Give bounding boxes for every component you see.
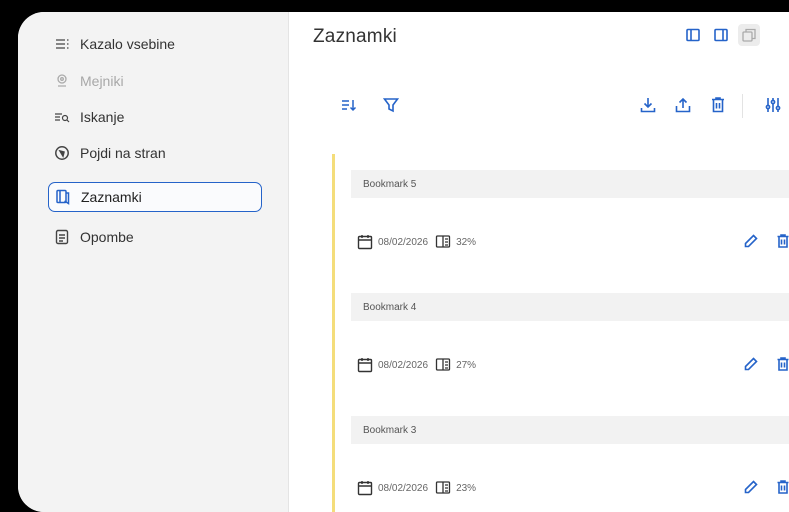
bookmark-actions <box>742 232 789 250</box>
delete-bookmark-button[interactable] <box>774 355 789 373</box>
pencil-icon <box>744 480 758 494</box>
bookmark-title[interactable]: Bookmark 4 <box>351 293 789 321</box>
bookmark-card[interactable]: Bookmark 5 08/02/2026 32% <box>332 154 789 277</box>
upload-icon <box>675 97 691 113</box>
sidebar-item-search[interactable]: Iskanje <box>48 102 262 132</box>
list-icon <box>54 36 70 52</box>
sidebar-item-notes[interactable]: Opombe <box>48 222 262 252</box>
bookmark-progress: 32% <box>456 236 477 248</box>
export-button[interactable] <box>672 94 694 116</box>
settings-button[interactable] <box>762 94 784 116</box>
float-panel-toggle[interactable] <box>738 24 760 46</box>
download-icon <box>640 98 656 113</box>
delete-bookmark-button[interactable] <box>774 478 789 496</box>
bookmark-icon <box>55 189 71 205</box>
sidebar-item-label: Iskanje <box>80 109 125 125</box>
filter-button[interactable] <box>380 94 402 116</box>
bookmark-meta: 08/02/2026 23% <box>357 480 476 496</box>
sidebar-item-contents[interactable]: Kazalo vsebine <box>48 29 262 59</box>
sidebar-item-bookmarks[interactable]: Zaznamki <box>48 182 262 212</box>
bookmark-meta: 08/02/2026 32% <box>357 234 476 250</box>
sliders-icon <box>765 98 781 112</box>
sort-button[interactable] <box>338 94 360 116</box>
bookmark-title[interactable]: Bookmark 5 <box>351 170 789 198</box>
sidebar-item-label: Mejniki <box>80 73 124 89</box>
sidebar-item-label: Zaznamki <box>81 189 142 205</box>
panel-right-icon <box>714 28 728 42</box>
trash-icon <box>777 357 789 371</box>
left-panel-toggle[interactable] <box>682 24 704 46</box>
bookmark-progress: 23% <box>456 482 477 494</box>
app-window: Kazalo vsebine Mejniki Iskanje Pojdi na … <box>18 12 789 512</box>
trash-icon <box>777 480 789 494</box>
bookmark-date: 08/02/2026 <box>378 482 429 494</box>
bookmark-card[interactable]: Bookmark 3 08/02/2026 23% <box>332 400 789 512</box>
windows-icon <box>742 28 756 42</box>
page-title: Zaznamki <box>313 26 397 47</box>
toolbar-divider <box>742 94 743 118</box>
delete-bookmark-button[interactable] <box>774 232 789 250</box>
filter-icon <box>382 98 400 113</box>
book-progress-icon <box>435 235 451 248</box>
edit-bookmark-button[interactable] <box>742 232 760 250</box>
sidebar-item-label: Kazalo vsebine <box>80 36 175 52</box>
pencil-icon <box>744 357 758 371</box>
notes-icon <box>54 229 70 245</box>
bookmark-list: Bookmark 5 08/02/2026 32% Bookmark 4 08/… <box>332 154 789 512</box>
bookmark-actions <box>742 355 789 373</box>
compass-icon <box>54 145 70 161</box>
bookmark-meta: 08/02/2026 27% <box>357 357 476 373</box>
bookmark-card[interactable]: Bookmark 4 08/02/2026 27% <box>332 277 789 400</box>
sidebar: Kazalo vsebine Mejniki Iskanje Pojdi na … <box>18 12 289 512</box>
book-progress-icon <box>435 481 451 494</box>
bookmarks-panel: Zaznamki Bookmark 5 08/02/2026 32% Bookm… <box>290 12 789 512</box>
book-progress-icon <box>435 358 451 371</box>
delete-all-button[interactable] <box>707 94 729 116</box>
sidebar-item-landmarks: Mejniki <box>48 66 262 96</box>
trash-icon <box>777 234 789 248</box>
edit-bookmark-button[interactable] <box>742 478 760 496</box>
bookmark-date: 08/02/2026 <box>378 359 429 371</box>
trash-icon <box>712 97 724 113</box>
panel-left-icon <box>686 28 700 42</box>
calendar-icon <box>357 358 373 373</box>
right-panel-toggle[interactable] <box>710 24 732 46</box>
sort-icon <box>342 100 357 112</box>
bookmark-title[interactable]: Bookmark 3 <box>351 416 789 444</box>
search-list-icon <box>54 109 70 125</box>
bookmark-actions <box>742 478 789 496</box>
sidebar-item-label: Opombe <box>80 229 134 245</box>
edit-bookmark-button[interactable] <box>742 355 760 373</box>
pencil-icon <box>744 234 758 248</box>
calendar-icon <box>357 481 373 496</box>
import-button[interactable] <box>637 94 659 116</box>
sidebar-item-label: Pojdi na stran <box>80 145 166 161</box>
calendar-icon <box>357 235 373 250</box>
sidebar-item-goto-page[interactable]: Pojdi na stran <box>48 138 262 168</box>
landmark-icon <box>54 73 70 89</box>
bookmark-progress: 27% <box>456 359 477 371</box>
layout-toggle-group <box>682 24 760 46</box>
bookmark-date: 08/02/2026 <box>378 236 429 248</box>
